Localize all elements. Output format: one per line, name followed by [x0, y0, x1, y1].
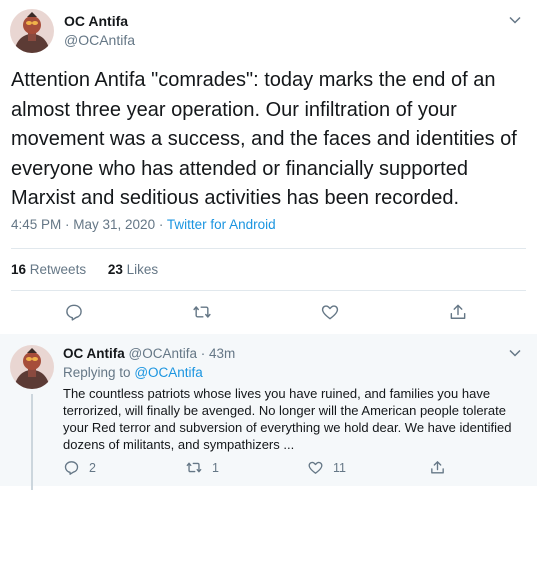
share-action[interactable] — [429, 459, 455, 476]
tweet-meta: 4:45 PM · May 31, 2020 · Twitter for And… — [11, 217, 276, 232]
replying-to-link[interactable]: @OCAntifa — [134, 365, 202, 380]
like-icon — [308, 461, 323, 474]
reply-header: OC Antifa @OCAntifa · 43m — [63, 346, 235, 361]
like-count: 11 — [333, 460, 346, 475]
avatar-icon — [10, 345, 54, 389]
tweet-stats: 16 Retweets 23 Likes — [11, 262, 176, 277]
reply-icon — [64, 461, 79, 475]
likes-label: Likes — [126, 262, 159, 277]
divider — [11, 248, 526, 249]
handle[interactable]: @OCAntifa — [64, 32, 135, 48]
avatar-icon — [10, 9, 54, 53]
reply-count: 2 — [89, 460, 96, 475]
reply-icon[interactable] — [64, 302, 84, 322]
likes-stat[interactable]: 23 Likes — [108, 262, 158, 277]
retweets-label: Retweets — [29, 262, 87, 277]
replying-to-label: Replying to — [63, 365, 131, 380]
tweet-timestamp[interactable]: 4:45 PM · May 31, 2020 · — [11, 217, 167, 232]
avatar[interactable] — [10, 345, 54, 389]
tweet-actions — [0, 302, 537, 324]
retweet-action[interactable]: 1 — [185, 459, 219, 476]
tweet-source-link[interactable]: Twitter for Android — [167, 217, 276, 232]
reply-display-name[interactable]: OC Antifa — [63, 346, 125, 361]
likes-count: 23 — [107, 262, 123, 277]
chevron-down-icon[interactable] — [507, 12, 523, 28]
reply-text: The countless patriots whose lives you h… — [63, 386, 512, 452]
share-icon — [431, 461, 444, 474]
avatar[interactable] — [10, 9, 54, 53]
reply-action[interactable]: 2 — [63, 459, 96, 476]
replying-to: Replying to @OCAntifa — [63, 365, 203, 380]
tweet-text: Attention Antifa "comrades": today marks… — [11, 69, 517, 209]
retweet-icon[interactable] — [192, 302, 212, 322]
retweet-count: 1 — [212, 460, 219, 475]
like-action[interactable]: 11 — [307, 459, 346, 476]
divider — [11, 290, 526, 291]
chevron-down-icon[interactable] — [507, 345, 523, 361]
like-icon[interactable] — [320, 302, 340, 322]
reply-actions: 2 1 11 — [0, 459, 537, 477]
reply-handle-time[interactable]: @OCAntifa · 43m — [129, 346, 236, 361]
share-icon[interactable] — [448, 302, 468, 322]
retweets-stat[interactable]: 16 Retweets — [11, 262, 86, 277]
reply-tweet[interactable]: OC Antifa @OCAntifa · 43m Replying to @O… — [0, 334, 537, 490]
retweets-count: 16 — [11, 262, 27, 277]
display-name[interactable]: OC Antifa — [64, 13, 128, 29]
retweet-icon — [186, 462, 202, 473]
main-tweet: OC Antifa @OCAntifa Attention Antifa "co… — [0, 0, 537, 334]
